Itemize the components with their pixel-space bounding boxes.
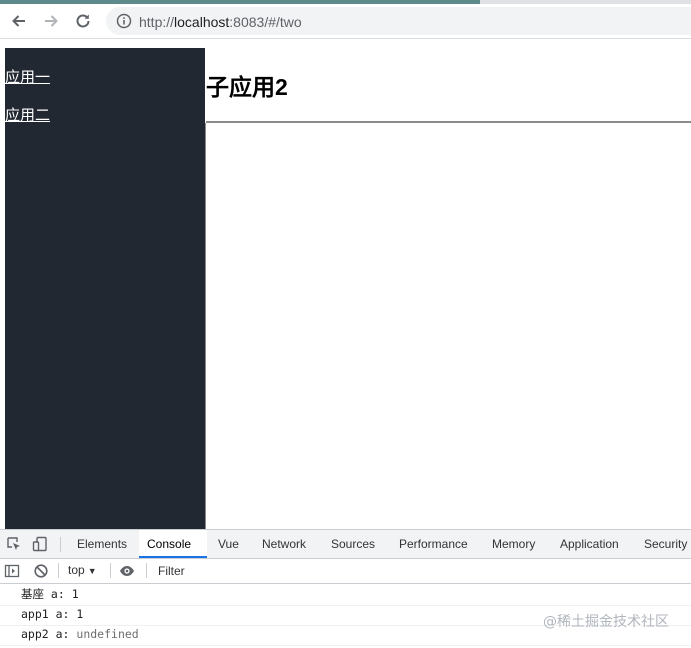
context-value: top — [68, 563, 85, 577]
page-title: 子应用2 — [206, 74, 288, 100]
console-text: 基座 a: 1 — [21, 585, 79, 604]
console-value: undefined — [76, 627, 139, 641]
console-label: app2 a: — [21, 627, 70, 641]
sidebar-toggle-icon[interactable] — [4, 563, 20, 579]
console-label: app1 a: — [21, 607, 70, 621]
url-host: localhost — [174, 14, 230, 30]
tab-elements[interactable]: Elements — [69, 530, 135, 558]
console-message: 基座 a: 1 — [0, 585, 691, 606]
console-filter-bar: top ▼ — [0, 559, 691, 584]
console-value: 1 — [71, 587, 79, 601]
sidebar-item-app-two[interactable]: 应用二 — [5, 104, 50, 125]
eye-icon[interactable] — [119, 563, 135, 579]
tab-security[interactable]: Security — [636, 530, 691, 558]
tab-application[interactable]: Application — [552, 530, 627, 558]
arrow-right-icon — [45, 15, 58, 27]
url-scheme: http:// — [139, 14, 175, 30]
inspect-element-icon[interactable] — [6, 536, 22, 552]
forward-button[interactable] — [40, 10, 62, 32]
address-bar[interactable]: http://localhost:8083/#/two — [106, 7, 691, 35]
browser-toolbar: http://localhost:8083/#/two — [0, 4, 691, 39]
console-filter-input[interactable] — [152, 561, 464, 580]
context-selector[interactable]: top ▼ — [68, 563, 97, 577]
tab-performance[interactable]: Performance — [391, 530, 476, 558]
filter-divider — [110, 563, 111, 578]
back-button[interactable] — [8, 10, 30, 32]
sidebar-item-app-one[interactable]: 应用一 — [5, 66, 50, 87]
toolbar-divider — [60, 537, 61, 552]
info-icon[interactable] — [116, 13, 132, 29]
sidebar: 应用一 应用二 — [5, 48, 205, 529]
caret-down-icon: ▼ — [87, 566, 97, 576]
reload-icon — [76, 14, 90, 28]
filter-divider — [58, 563, 59, 578]
tab-network[interactable]: Network — [254, 530, 314, 558]
url-text[interactable]: http://localhost:8083/#/two — [139, 14, 302, 30]
url-path: :8083/#/two — [229, 14, 302, 30]
filter-divider — [146, 563, 147, 578]
main-header: 子应用2 — [206, 48, 691, 123]
watermark: @稀土掘金技术社区 — [543, 614, 669, 630]
reload-button[interactable] — [72, 10, 94, 32]
tab-sources[interactable]: Sources — [323, 530, 383, 558]
console-text: app1 a: 1 — [21, 605, 83, 624]
console-label: 基座 a: — [21, 587, 65, 601]
device-toolbar-icon[interactable] — [32, 536, 48, 552]
console-value: 1 — [76, 607, 84, 621]
clear-console-icon[interactable] — [33, 563, 49, 579]
arrow-left-icon — [12, 15, 25, 27]
tab-console[interactable]: Console — [139, 530, 207, 558]
devtools-tabbar: Elements Console Vue Network Sources Per… — [0, 530, 691, 559]
main-content — [205, 123, 691, 529]
tab-memory[interactable]: Memory — [484, 530, 543, 558]
console-text: app2 a: undefined — [21, 625, 139, 644]
tab-vue[interactable]: Vue — [210, 530, 247, 558]
